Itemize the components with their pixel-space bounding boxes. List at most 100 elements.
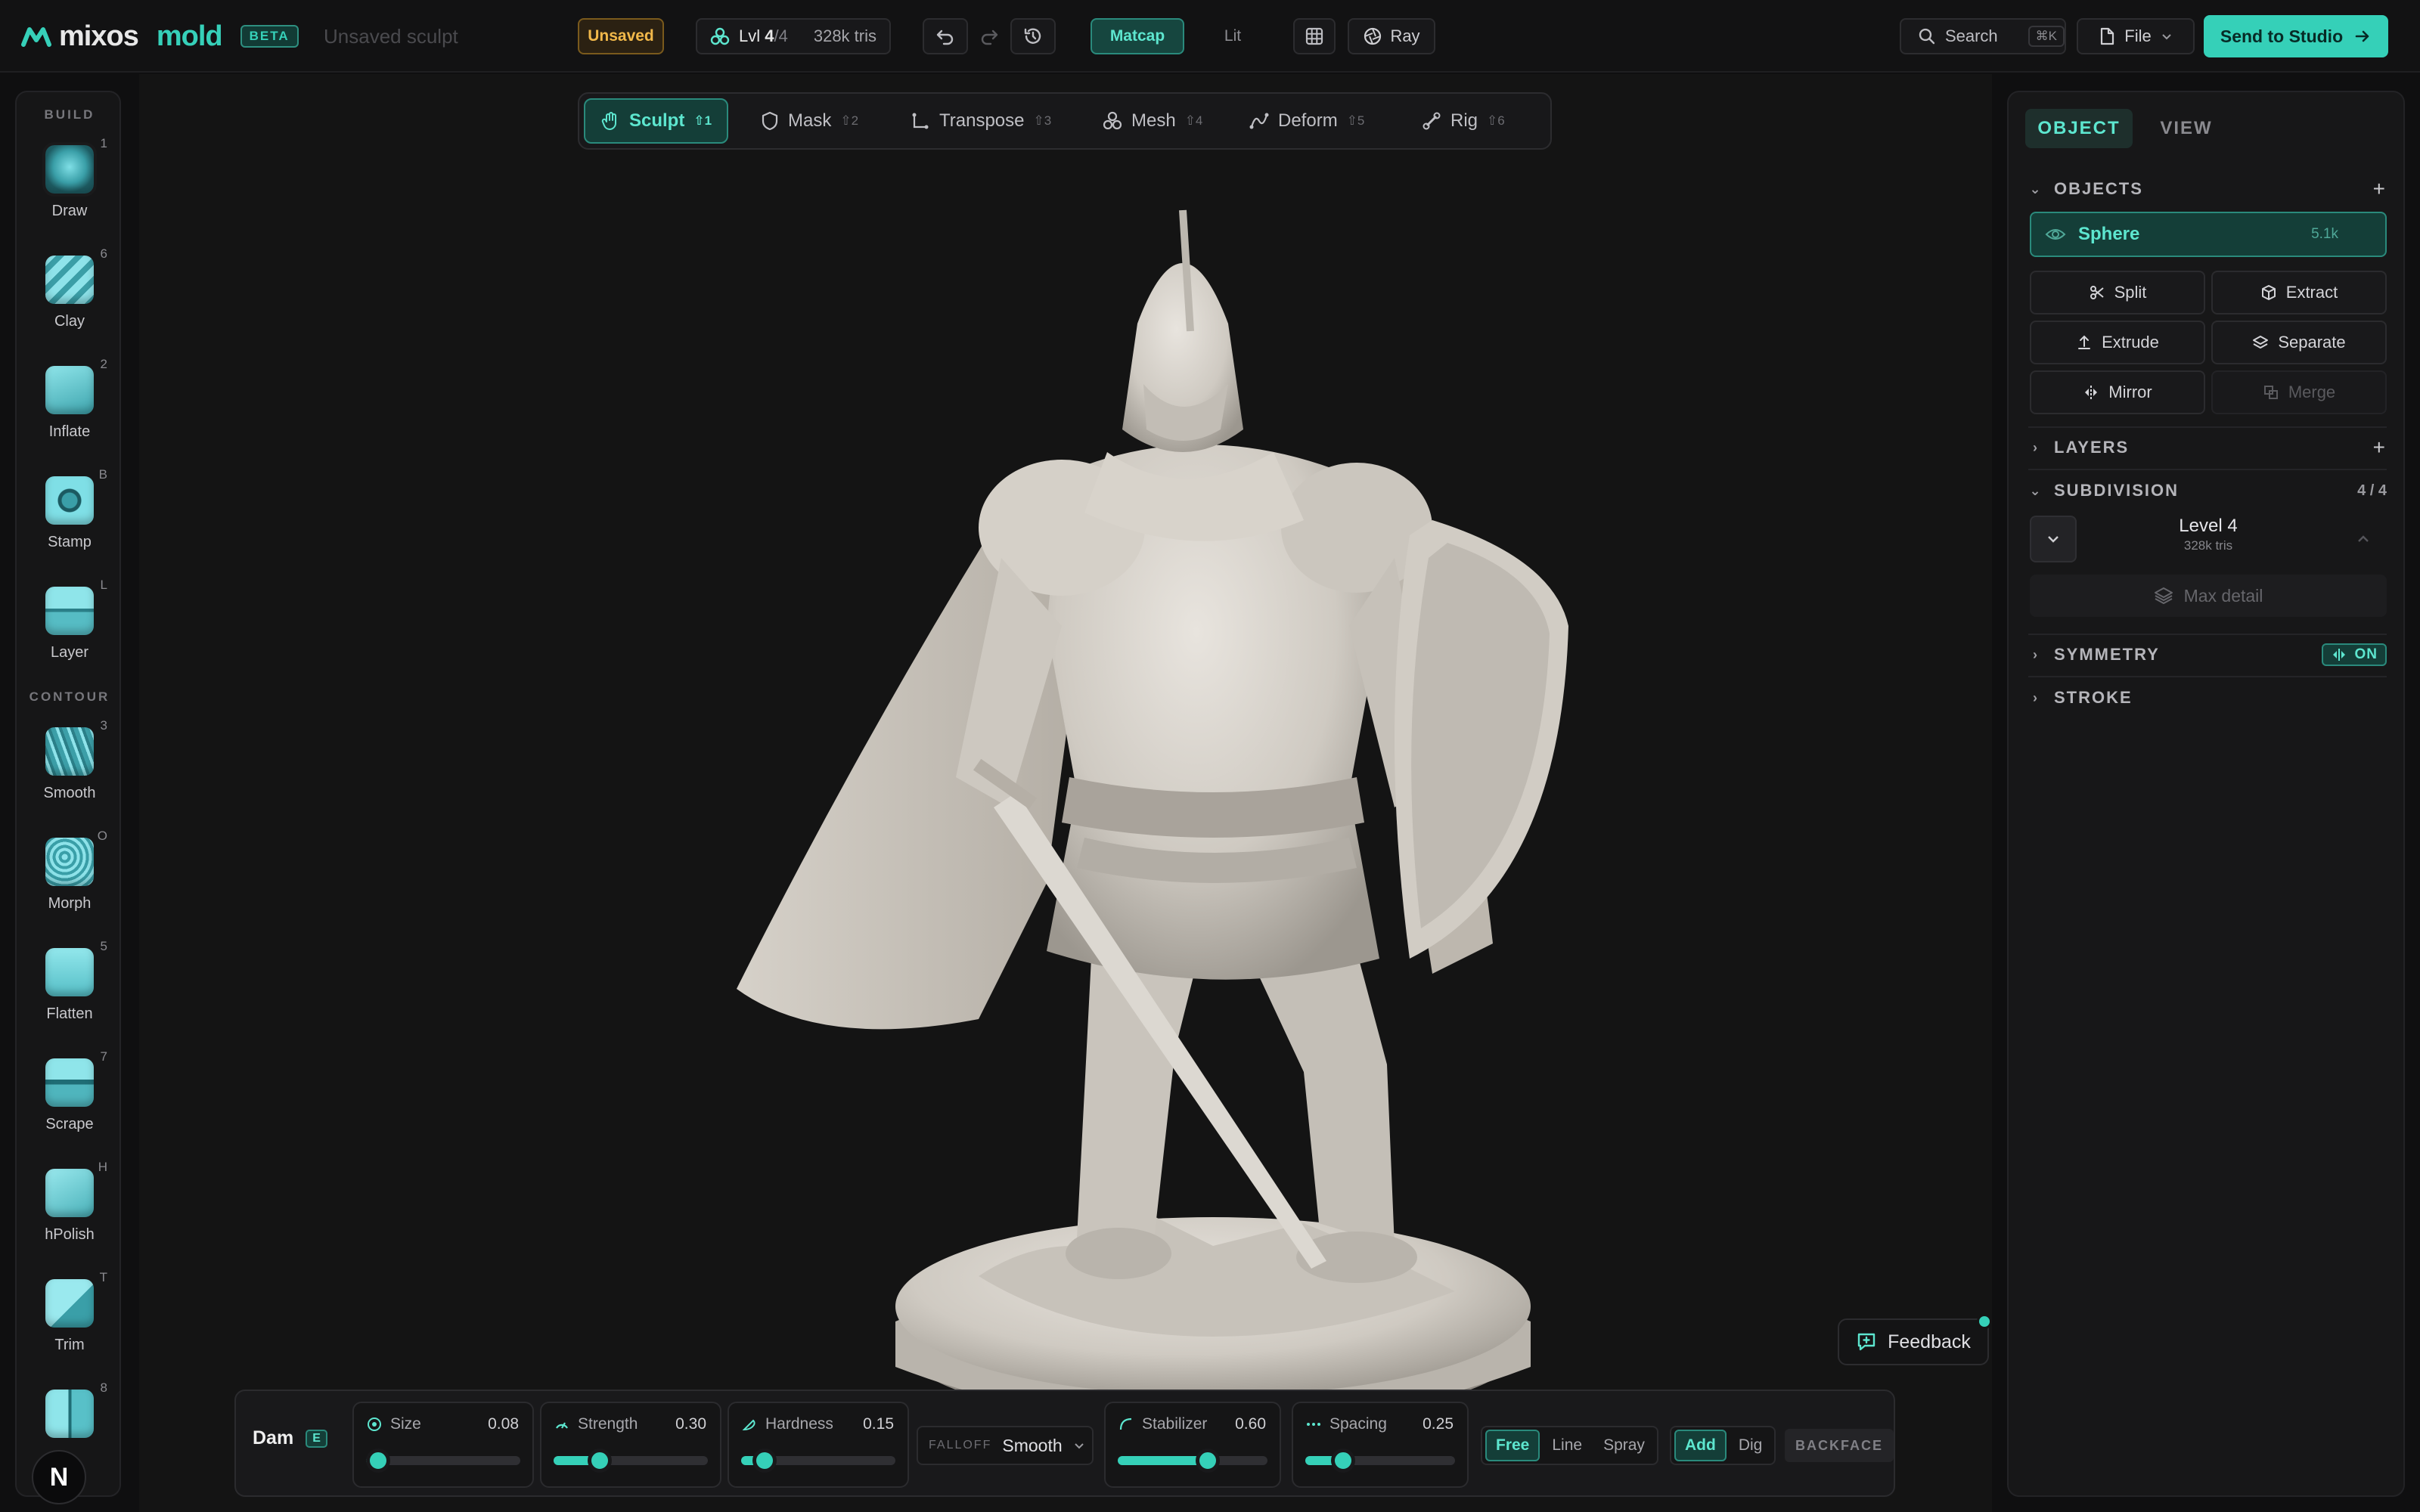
extract-button[interactable]: Extract xyxy=(2211,271,2387,314)
tool-inflate[interactable]: 2 Inflate xyxy=(17,357,123,464)
stabilizer-handle[interactable] xyxy=(1195,1448,1220,1473)
build-section-header: BUILD xyxy=(44,107,95,122)
strength-handle[interactable] xyxy=(588,1448,613,1473)
hardness-track[interactable] xyxy=(741,1448,895,1473)
tool-label: Scrape xyxy=(45,1116,94,1132)
dig-button[interactable]: Dig xyxy=(1730,1430,1772,1461)
chevron-right-icon: › xyxy=(2033,689,2039,705)
spacing-handle[interactable] xyxy=(1330,1448,1355,1473)
undo-button[interactable] xyxy=(923,18,968,54)
3d-viewport[interactable]: Sculpt ⇧1 Mask ⇧2 Transpose ⇧3 Mesh ⇧4 D… xyxy=(139,74,1992,1512)
level-indicator[interactable]: Lvl 4/4 328k tris xyxy=(696,18,891,54)
stabilizer-track[interactable] xyxy=(1118,1448,1267,1473)
tab-mask[interactable]: Mask ⇧2 xyxy=(746,98,873,144)
size-handle[interactable] xyxy=(366,1448,391,1473)
history-button[interactable] xyxy=(1010,18,1056,54)
split-button[interactable]: Split xyxy=(2030,271,2205,314)
spacing-slider[interactable]: Spacing 0.25 xyxy=(1292,1402,1469,1488)
hardness-slider[interactable]: Hardness 0.15 xyxy=(728,1402,909,1488)
split-label: Split xyxy=(2114,283,2147,302)
file-menu-button[interactable]: File xyxy=(2077,18,2195,54)
aperture-icon xyxy=(1364,27,1382,45)
stroke-line-button[interactable]: Line xyxy=(1543,1430,1591,1461)
symmetry-toggle[interactable]: ON xyxy=(2321,643,2387,666)
stabilizer-icon xyxy=(1119,1418,1132,1430)
stabilizer-slider[interactable]: Stabilizer 0.60 xyxy=(1104,1402,1281,1488)
symmetry-state: ON xyxy=(2354,646,2378,662)
feedback-button[interactable]: Feedback xyxy=(1838,1314,1992,1365)
matcap-toggle[interactable]: Matcap xyxy=(1091,18,1184,54)
stabilizer-label: Stabilizer xyxy=(1142,1415,1208,1433)
backface-toggle[interactable]: BACKFACE xyxy=(1785,1429,1894,1462)
tab-deform[interactable]: Deform ⇧5 xyxy=(1234,98,1379,144)
lit-toggle[interactable]: Lit xyxy=(1195,18,1270,54)
tool-hpolish[interactable]: H hPolish xyxy=(17,1160,123,1267)
falloff-select[interactable]: FALLOFF Smooth xyxy=(917,1426,1094,1465)
tab-mesh[interactable]: Mesh ⇧4 xyxy=(1087,98,1218,144)
search-button[interactable]: Search ⌘K xyxy=(1900,18,2066,54)
tab-rig[interactable]: Rig ⇧6 xyxy=(1407,98,1520,144)
app-logo[interactable]: mixos mold BETA xyxy=(21,15,299,57)
hardness-handle[interactable] xyxy=(752,1448,777,1473)
size-track[interactable] xyxy=(366,1448,520,1473)
stroke-section-header[interactable]: › STROKE xyxy=(2028,683,2387,713)
tab-view[interactable]: VIEW xyxy=(2145,109,2228,148)
strength-track[interactable] xyxy=(554,1448,708,1473)
strength-slider[interactable]: Strength 0.30 xyxy=(540,1402,721,1488)
stroke-spray-button[interactable]: Spray xyxy=(1594,1430,1654,1461)
tool-draw[interactable]: 1 Draw xyxy=(17,136,123,243)
eye-icon[interactable] xyxy=(2045,226,2066,243)
subdivision-section-header[interactable]: ⌄ SUBDIVISION 4 / 4 xyxy=(2028,476,2387,506)
stroke-free-button[interactable]: Free xyxy=(1485,1430,1540,1461)
mirror-button[interactable]: Mirror xyxy=(2030,370,2205,414)
size-label: Size xyxy=(390,1415,421,1433)
add-layer-icon[interactable]: + xyxy=(2373,435,2387,460)
max-detail-button[interactable]: Max detail xyxy=(2030,575,2387,617)
tab-transpose[interactable]: Transpose ⇧3 xyxy=(895,98,1066,144)
strength-icon xyxy=(556,1422,568,1429)
document-title[interactable]: Unsaved sculpt xyxy=(324,18,458,54)
object-row-sphere[interactable]: Sphere 5.1k xyxy=(2030,212,2387,257)
merge-button[interactable]: Merge xyxy=(2211,370,2387,414)
stabilizer-fill xyxy=(1118,1456,1208,1465)
tab-object[interactable]: OBJECT xyxy=(2025,109,2133,148)
tool-layer[interactable]: L Layer xyxy=(17,578,123,685)
tab-sculpt[interactable]: Sculpt ⇧1 xyxy=(584,98,729,144)
trim-brush-icon xyxy=(45,1279,94,1328)
subdivision-up-button[interactable] xyxy=(2340,516,2387,562)
upload-icon xyxy=(2078,335,2091,349)
layers-section-header[interactable]: › LAYERS + xyxy=(2028,432,2387,463)
level-current: 4 xyxy=(765,26,774,45)
smooth-brush-icon xyxy=(45,727,94,776)
tool-flatten[interactable]: 5 Flatten xyxy=(17,939,123,1046)
extrude-button[interactable]: Extrude xyxy=(2030,321,2205,364)
separate-button[interactable]: Separate xyxy=(2211,321,2387,364)
pinch-brush-icon xyxy=(45,1390,94,1438)
active-brush[interactable]: Dam E xyxy=(253,1427,327,1449)
cube-icon xyxy=(2261,285,2276,300)
tool-morph[interactable]: O Morph xyxy=(17,829,123,936)
save-status-badge[interactable]: Unsaved xyxy=(578,18,664,54)
tool-label: Trim xyxy=(54,1337,85,1353)
level-prefix: Lvl xyxy=(738,26,761,45)
tool-clay[interactable]: 6 Clay xyxy=(17,246,123,354)
tool-scrape[interactable]: 7 Scrape xyxy=(17,1049,123,1157)
redo-button[interactable] xyxy=(968,18,1010,54)
symmetry-section-header[interactable]: › SYMMETRY ON xyxy=(2028,640,2387,670)
add-button[interactable]: Add xyxy=(1674,1430,1727,1461)
chevron-up-icon xyxy=(2358,535,2369,542)
objects-section-header[interactable]: ⌄ OBJECTS + xyxy=(2028,174,2387,204)
subdivision-down-button[interactable] xyxy=(2030,516,2077,562)
grid-toggle-button[interactable] xyxy=(1293,18,1336,54)
spacing-track[interactable] xyxy=(1305,1448,1455,1473)
ray-render-button[interactable]: Ray xyxy=(1348,18,1435,54)
size-slider[interactable]: Size 0.08 xyxy=(352,1402,534,1488)
add-object-icon[interactable]: + xyxy=(2373,177,2387,201)
tool-trim[interactable]: T Trim xyxy=(17,1270,123,1377)
direction-toggle: Add Dig xyxy=(1670,1426,1776,1465)
tool-smooth[interactable]: 3 Smooth xyxy=(17,718,123,826)
tool-stamp[interactable]: B Stamp xyxy=(17,467,123,575)
user-avatar[interactable]: N xyxy=(32,1450,86,1504)
send-to-studio-button[interactable]: Send to Studio xyxy=(2204,15,2388,57)
brush-key: E xyxy=(306,1429,327,1448)
